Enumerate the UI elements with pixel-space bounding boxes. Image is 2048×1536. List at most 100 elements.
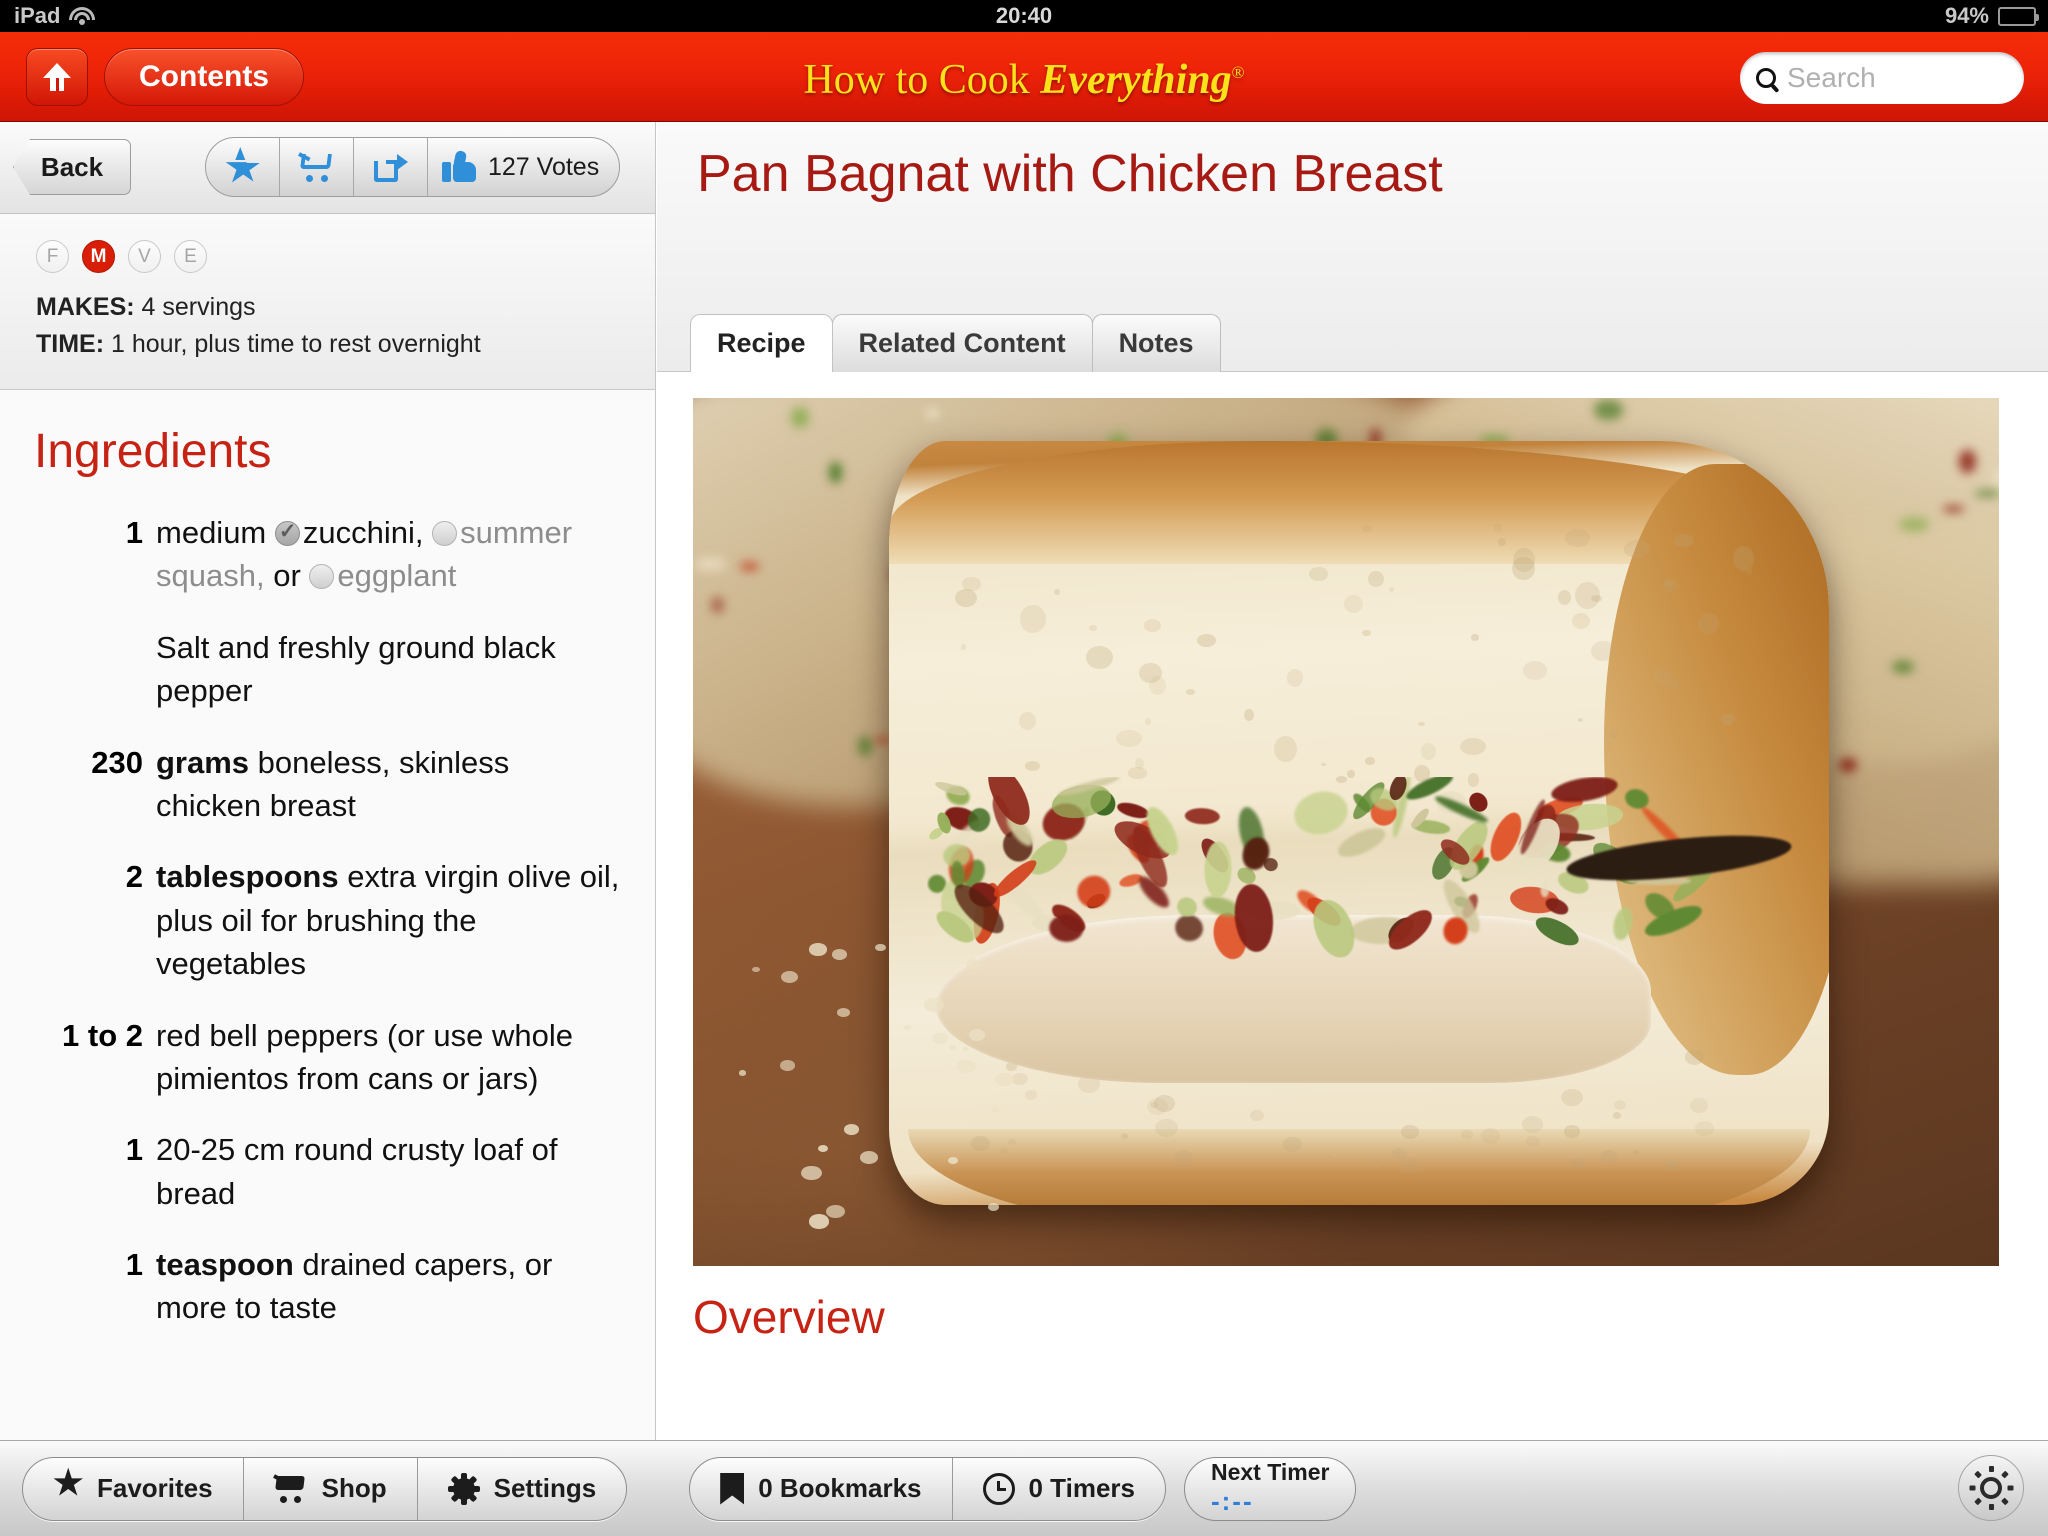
shop-label: Shop <box>321 1473 387 1503</box>
settings-label: Settings <box>493 1473 597 1503</box>
tab-related-content[interactable]: Related Content <box>831 314 1093 372</box>
shop-button[interactable]: Shop <box>244 1457 418 1520</box>
ingredient-quantity <box>34 626 156 713</box>
search-icon <box>1756 68 1776 88</box>
diet-badge-v[interactable]: V <box>128 240 161 273</box>
ingredient-item[interactable]: 1 20-25 cm round crusty loaf of bread <box>34 1128 621 1215</box>
ingredient-text: Salt and freshly ground black pepper <box>156 626 621 713</box>
ingredient-text-fragment: grams <box>156 744 258 780</box>
diet-badge-f[interactable]: F <box>36 240 69 273</box>
share-icon <box>373 152 408 182</box>
ingredient-option-radio[interactable] <box>309 564 335 590</box>
ingredient-text-fragment: tablespoons <box>156 859 348 895</box>
ingredient-quantity: 2 <box>125 859 143 895</box>
favorite-button[interactable] <box>206 138 280 196</box>
clock-icon <box>982 1472 1015 1505</box>
ingredient-text-fragment: or <box>273 558 310 594</box>
ingredient-item[interactable]: 1 medium zucchini, summer squash, or eggp… <box>34 511 621 598</box>
thumbs-up-icon <box>442 149 476 182</box>
app-root: iPad 20:40 94% Contents How to Cook Ever… <box>0 0 2048 1536</box>
status-right: 94% <box>1944 3 2039 29</box>
page-title: Pan Bagnat with Chicken Breast <box>697 145 1443 203</box>
ios-status-bar: iPad 20:40 94% <box>0 0 2048 32</box>
tab-notes[interactable]: Notes <box>1091 314 1221 372</box>
bookmark-icon <box>720 1473 744 1505</box>
ingredients-heading: Ingredients <box>34 425 272 478</box>
ingredient-item[interactable]: Salt and freshly ground black pepper <box>34 626 621 713</box>
bottom-toolbar: Favorites Shop Settings 0 Bookmarks 0 Ti… <box>0 1440 2048 1536</box>
ingredient-quantity: 1 to 2 <box>62 1017 143 1053</box>
timers-button[interactable]: 0 Timers <box>953 1458 1165 1520</box>
ingredients-scroll-area[interactable]: Ingredients 1 medium zucchini, summer squ… <box>0 390 655 1436</box>
next-timer-label: Next Timer <box>1210 1459 1330 1486</box>
recipe-header: Pan Bagnat with Chicken Breast Recipe Rel… <box>657 122 2048 372</box>
back-button[interactable]: Back <box>13 139 131 195</box>
status-clock: 20:40 <box>995 3 1053 28</box>
photo-sandwich <box>888 441 1830 1206</box>
ingredient-item[interactable]: 2 tablespoons extra virgin olive oil, plu… <box>34 855 621 985</box>
search-placeholder: Search <box>1787 62 1876 93</box>
brightness-sun-icon <box>1969 1466 2014 1510</box>
ingredient-text-fragment: medium <box>156 515 275 550</box>
ingredient-item[interactable]: 1 to 2 red bell peppers (or use whole pim… <box>34 1014 621 1101</box>
ingredient-quantity: 1 <box>125 515 143 550</box>
battery-icon <box>1998 6 2039 26</box>
search-input[interactable]: Search <box>1740 52 2024 104</box>
tab-bar: Recipe Related Content Notes <box>690 314 1221 372</box>
ingredient-option-radio[interactable] <box>274 517 300 546</box>
recipe-metadata: FMVE MAKES: 4 servings TIME: 1 hour, plu… <box>0 214 655 390</box>
ingredient-text: grams boneless, skinless chicken breast <box>156 741 621 828</box>
makes-value: 4 servings <box>134 293 256 321</box>
diet-badge-e[interactable]: E <box>174 240 207 273</box>
brand-registered-mark: ® <box>1231 63 1245 82</box>
star-icon <box>53 1466 83 1503</box>
brightness-button[interactable] <box>1958 1455 2024 1521</box>
left-panel: Back 127 Votes FMVE MAKES: 4 servings TI… <box>0 122 656 1440</box>
ingredient-text-fragment: zucchini, <box>302 515 433 550</box>
diet-badge-m[interactable]: M <box>82 240 115 273</box>
votes-count-label: 127 Votes <box>488 152 600 181</box>
favorites-button[interactable]: Favorites <box>23 1457 244 1520</box>
ingredient-text: teaspoon drained capers, or more to tast… <box>156 1243 621 1330</box>
ingredient-text-fragment: teaspoon <box>156 1247 303 1283</box>
battery-percent-label: 94% <box>1944 3 1989 28</box>
share-button[interactable] <box>354 138 428 196</box>
ingredient-text: 20-25 cm round crusty loaf of bread <box>156 1128 621 1215</box>
ingredient-option-radio[interactable] <box>432 521 458 546</box>
right-panel: Pan Bagnat with Chicken Breast Recipe Rel… <box>657 122 2048 1440</box>
vote-button[interactable]: 127 Votes <box>428 138 619 196</box>
ingredient-item[interactable]: 230 grams boneless, skinless chicken brea… <box>34 741 621 828</box>
ingredient-quantity: 230 <box>91 744 143 780</box>
recipe-content: Overview <box>657 372 2048 1344</box>
ingredient-text-fragment: eggplant <box>337 558 457 594</box>
tab-recipe[interactable]: Recipe <box>690 314 833 372</box>
makes-label: MAKES: <box>36 293 135 321</box>
ingredient-text: medium zucchini, summer squash, or eggpl… <box>156 511 621 598</box>
top-navigation-bar: Contents How to Cook Everything® Search <box>0 32 2048 122</box>
bookmarks-button[interactable]: 0 Bookmarks <box>690 1457 953 1520</box>
diet-badges: FMVE <box>36 240 655 273</box>
ingredient-text-fragment: Salt and freshly ground black pepper <box>156 629 556 709</box>
ingredient-text: tablespoons extra virgin olive oil, plus… <box>156 855 621 985</box>
ingredient-text: red bell peppers (or use whole pimientos… <box>156 1014 621 1101</box>
makes-line: MAKES: 4 servings <box>36 293 655 322</box>
overview-heading: Overview <box>693 1291 885 1343</box>
recipe-action-group: 127 Votes <box>205 137 621 197</box>
favorites-label: Favorites <box>97 1473 213 1503</box>
recipe-action-toolbar: Back 127 Votes <box>0 122 655 214</box>
brand-italic: Everything <box>1040 57 1232 103</box>
brand-prefix: How to Cook <box>803 57 1041 103</box>
next-timer-value: -:-- <box>1210 1485 1254 1516</box>
star-icon <box>225 152 260 182</box>
timers-label: 0 Timers <box>1028 1473 1135 1503</box>
gear-icon <box>447 1472 480 1505</box>
ingredient-text-fragment: 20-25 cm round crusty loaf of bread <box>156 1132 558 1211</box>
ingredient-item[interactable]: 1 teaspoon drained capers, or more to tas… <box>34 1243 621 1330</box>
add-to-shopping-list-button[interactable] <box>280 138 354 196</box>
settings-button[interactable]: Settings <box>418 1458 627 1520</box>
next-timer-button[interactable]: Next Timer -:-- <box>1183 1456 1357 1521</box>
ingredient-text-fragment: red bell peppers (or use whole pimientos… <box>156 1017 574 1096</box>
bookmarks-label: 0 Bookmarks <box>758 1473 922 1503</box>
recipe-photo <box>693 398 1999 1266</box>
primary-nav-segment: Favorites Shop Settings <box>22 1456 628 1521</box>
